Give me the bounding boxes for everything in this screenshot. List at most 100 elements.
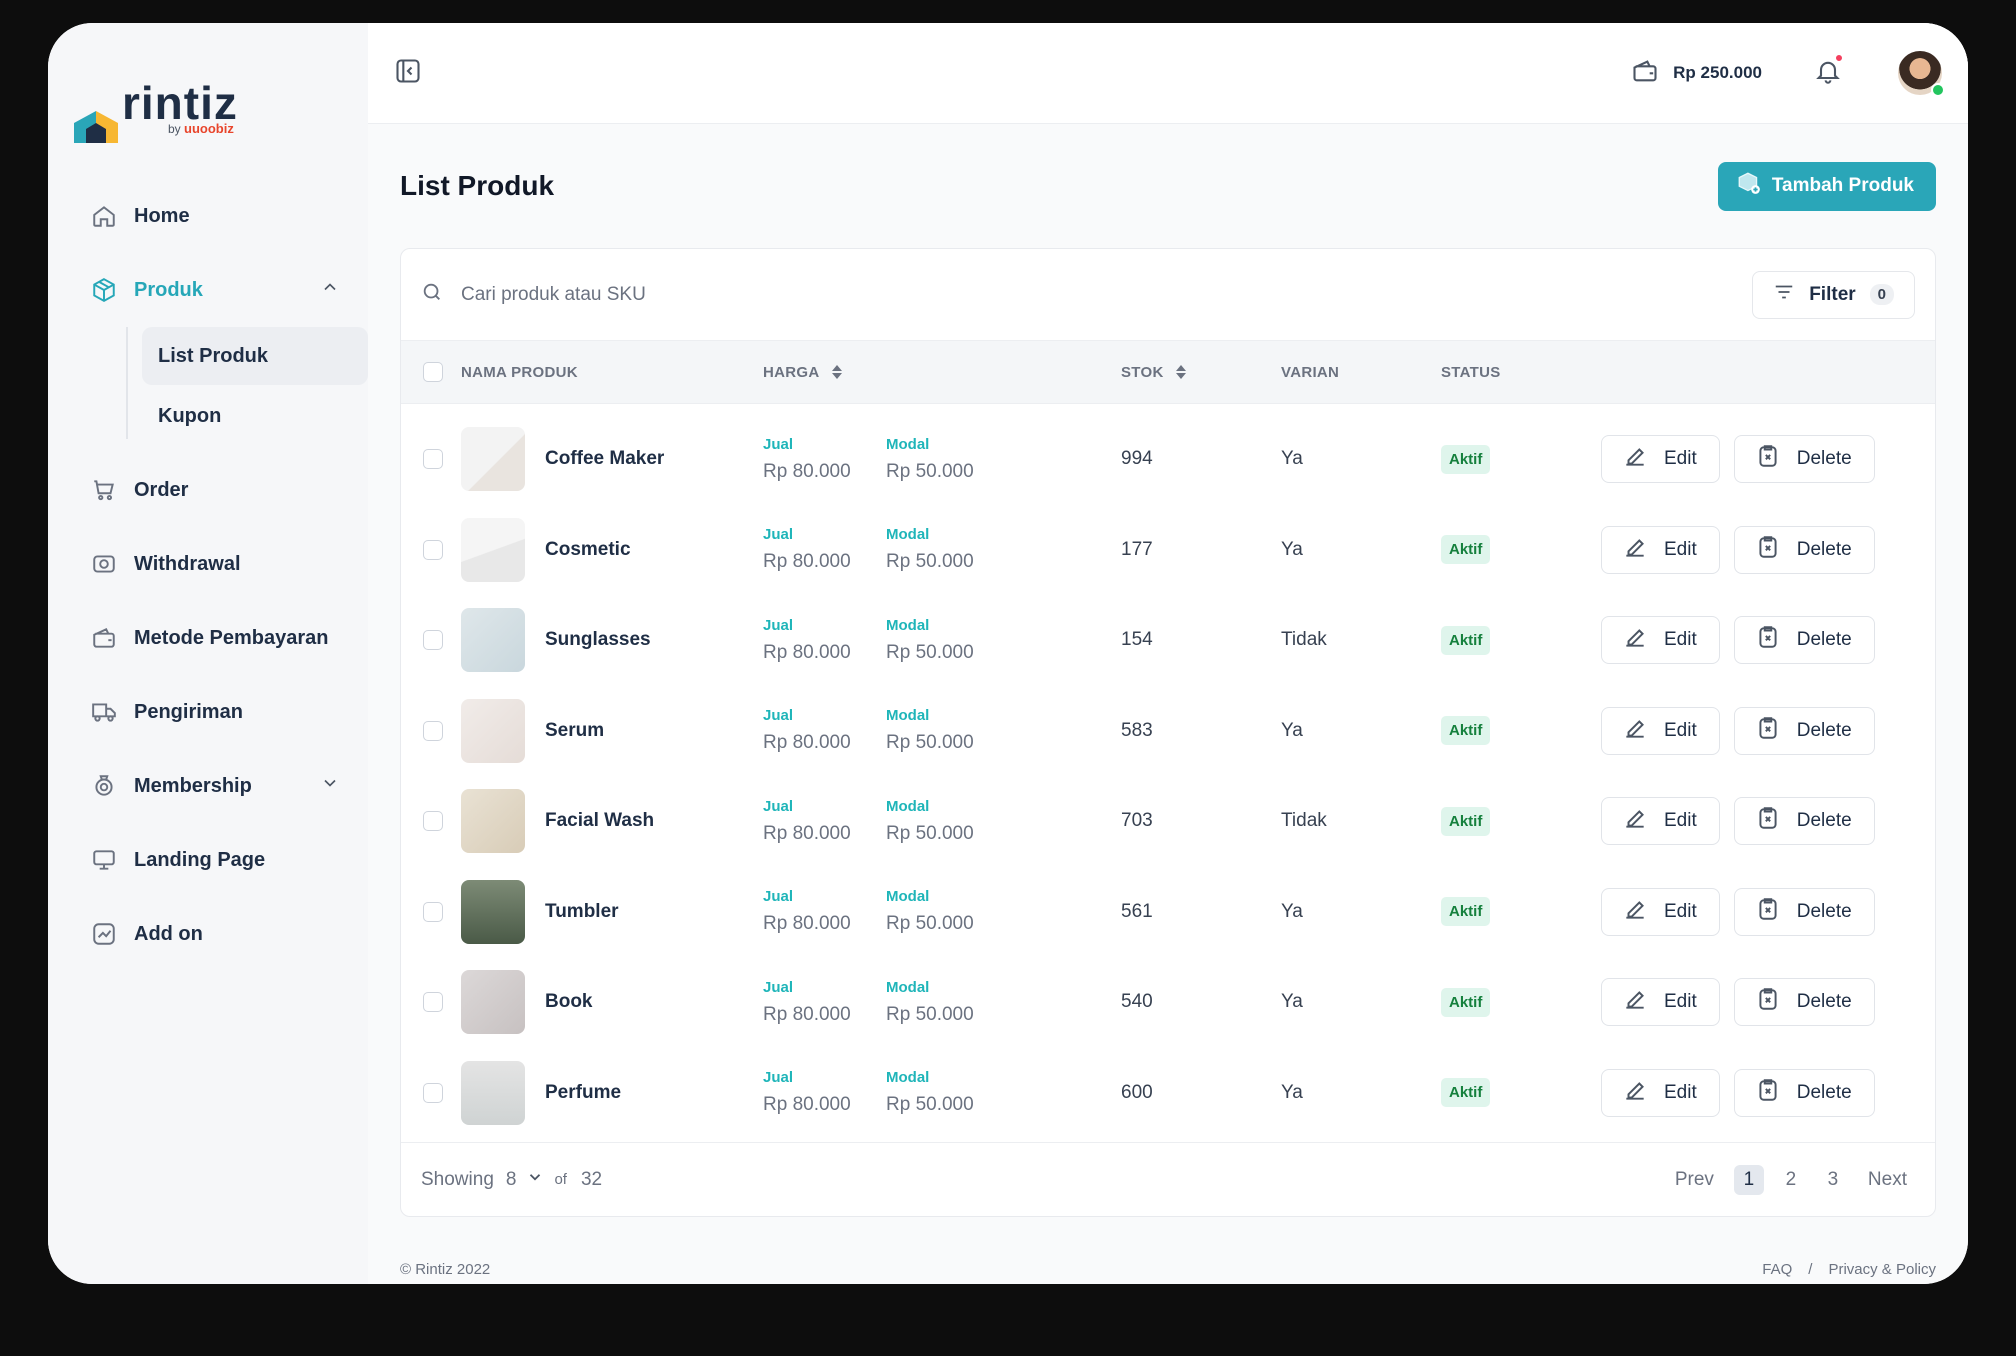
delete-label: Delete <box>1796 900 1852 922</box>
table-row: Serum Jual Rp 80.000 Modal Rp 50.000 583… <box>401 686 1935 777</box>
row-checkbox[interactable] <box>423 449 443 470</box>
select-all-checkbox[interactable] <box>423 362 443 382</box>
row-checkbox[interactable] <box>423 539 443 560</box>
online-status-dot <box>1931 83 1945 97</box>
cost-price-cell: Modal Rp 50.000 <box>886 617 1121 664</box>
product-cell: Tumbler <box>461 879 763 944</box>
row-actions: Edit Delete <box>1601 978 1935 1027</box>
delete-button[interactable]: Delete <box>1733 616 1875 665</box>
delete-button[interactable]: Delete <box>1733 797 1875 846</box>
pencil-icon <box>1622 534 1648 566</box>
edit-label: Edit <box>1664 900 1697 922</box>
chevron-up-icon[interactable] <box>320 277 340 303</box>
notification-button[interactable] <box>1814 52 1844 90</box>
product-name: Serum <box>545 719 605 741</box>
sidebar-item-withdrawal[interactable]: Withdrawal <box>74 527 368 601</box>
faq-link[interactable]: FAQ <box>1762 1261 1792 1278</box>
row-actions: Edit Delete <box>1601 616 1935 665</box>
edit-button[interactable]: Edit <box>1601 435 1720 484</box>
edit-button[interactable]: Edit <box>1601 706 1720 755</box>
sidebar-item-label: Add on <box>134 922 203 945</box>
edit-button[interactable]: Edit <box>1601 797 1720 846</box>
delete-button[interactable]: Delete <box>1733 887 1875 936</box>
edit-label: Edit <box>1664 448 1697 470</box>
sidebar-item-metode-pembayaran[interactable]: Metode Pembayaran <box>74 601 368 675</box>
product-cell: Facial Wash <box>461 789 763 854</box>
row-checkbox[interactable] <box>423 1082 443 1103</box>
variant-value: Ya <box>1281 448 1303 470</box>
row-checkbox[interactable] <box>423 720 443 741</box>
page-button-3[interactable]: 3 <box>1818 1165 1848 1195</box>
table-row: Tumbler Jual Rp 80.000 Modal Rp 50.000 5… <box>401 867 1935 958</box>
row-checkbox[interactable] <box>423 992 443 1013</box>
delete-label: Delete <box>1796 991 1852 1013</box>
header-harga[interactable]: HARGA <box>763 364 1121 381</box>
status-badge: Aktif <box>1441 806 1491 836</box>
delete-clipboard-icon <box>1755 986 1781 1018</box>
pencil-icon <box>1622 1077 1648 1109</box>
table-toolbar: Filter 0 <box>401 249 1935 340</box>
edit-button[interactable]: Edit <box>1601 1068 1720 1117</box>
sidebar-item-produk[interactable]: Produk <box>74 253 368 327</box>
filter-button[interactable]: Filter 0 <box>1752 270 1915 319</box>
status-cell: Aktif <box>1441 535 1601 565</box>
row-checkbox[interactable] <box>423 630 443 651</box>
privacy-link[interactable]: Privacy & Policy <box>1828 1261 1936 1278</box>
avatar[interactable] <box>1898 51 1945 97</box>
row-select-cell <box>401 449 461 470</box>
sidebar-nav: Home Produk <box>74 179 368 327</box>
edit-button[interactable]: Edit <box>1601 616 1720 665</box>
edit-button[interactable]: Edit <box>1601 525 1720 574</box>
delete-button[interactable]: Delete <box>1733 978 1875 1027</box>
row-checkbox[interactable] <box>423 811 443 832</box>
cost-price-cell: Modal Rp 50.000 <box>886 526 1121 573</box>
product-cell: Serum <box>461 698 763 763</box>
prev-page-button[interactable]: Prev <box>1667 1165 1722 1195</box>
delete-button[interactable]: Delete <box>1733 435 1875 484</box>
sell-price-value: Rp 80.000 <box>763 551 851 573</box>
balance-display[interactable]: Rp 250.000 <box>1631 57 1762 90</box>
sidebar-item-pengiriman[interactable]: Pengiriman <box>74 675 368 749</box>
search-input[interactable] <box>461 283 961 306</box>
sidebar-collapse-icon[interactable] <box>394 57 422 90</box>
sidebar-subitem-list-produk[interactable]: List Produk <box>142 327 368 385</box>
sidebar-subitem-kupon[interactable]: Kupon <box>142 387 368 445</box>
delete-button[interactable]: Delete <box>1733 706 1875 755</box>
footer-links: FAQ / Privacy & Policy <box>1762 1261 1936 1278</box>
sidebar-item-home[interactable]: Home <box>74 179 368 253</box>
page-footer: © Rintiz 2022 FAQ / Privacy & Policy <box>400 1217 1936 1278</box>
filter-icon <box>1773 281 1795 309</box>
row-checkbox[interactable] <box>423 901 443 922</box>
add-product-button[interactable]: Tambah Produk <box>1717 161 1936 211</box>
header-stok[interactable]: STOK <box>1121 364 1281 381</box>
status-cell: Aktif <box>1441 625 1601 655</box>
sidebar-item-landing-page[interactable]: Landing Page <box>74 823 368 897</box>
row-select-cell <box>401 1082 461 1103</box>
page-button-2[interactable]: 2 <box>1776 1165 1806 1195</box>
product-thumbnail-book <box>461 970 525 1035</box>
cost-price-cell: Modal Rp 50.000 <box>886 1069 1121 1116</box>
next-page-button[interactable]: Next <box>1860 1165 1915 1195</box>
variant-value: Ya <box>1281 538 1303 560</box>
brand-byline: by uuoobiz <box>168 121 234 136</box>
sidebar-item-add-on[interactable]: Add on <box>74 897 368 971</box>
table-row: Perfume Jual Rp 80.000 Modal Rp 50.000 6… <box>401 1048 1935 1139</box>
delete-button[interactable]: Delete <box>1733 1068 1875 1117</box>
page-title: List Produk <box>400 170 555 201</box>
sell-price-cell: Jual Rp 80.000 <box>763 1069 886 1116</box>
edit-button[interactable]: Edit <box>1601 887 1720 936</box>
stock-value: 703 <box>1121 810 1153 832</box>
sidebar-item-order[interactable]: Order <box>74 453 368 527</box>
product-cell: Cosmetic <box>461 517 763 582</box>
sidebar-item-membership[interactable]: Membership <box>74 749 368 823</box>
page-button-1[interactable]: 1 <box>1733 1164 1764 1195</box>
cost-price-value: Rp 50.000 <box>886 822 974 844</box>
sell-price-value: Rp 80.000 <box>763 732 851 754</box>
chevron-down-icon[interactable] <box>320 773 340 799</box>
delete-button[interactable]: Delete <box>1733 525 1875 574</box>
edit-button[interactable]: Edit <box>1601 978 1720 1027</box>
row-actions: Edit Delete <box>1601 797 1935 846</box>
app-window: rintiz by uuoobiz Home Produk List Produ… <box>48 23 1968 1284</box>
per-page-select[interactable]: 8 <box>506 1168 545 1192</box>
variant-value: Ya <box>1281 1081 1303 1103</box>
